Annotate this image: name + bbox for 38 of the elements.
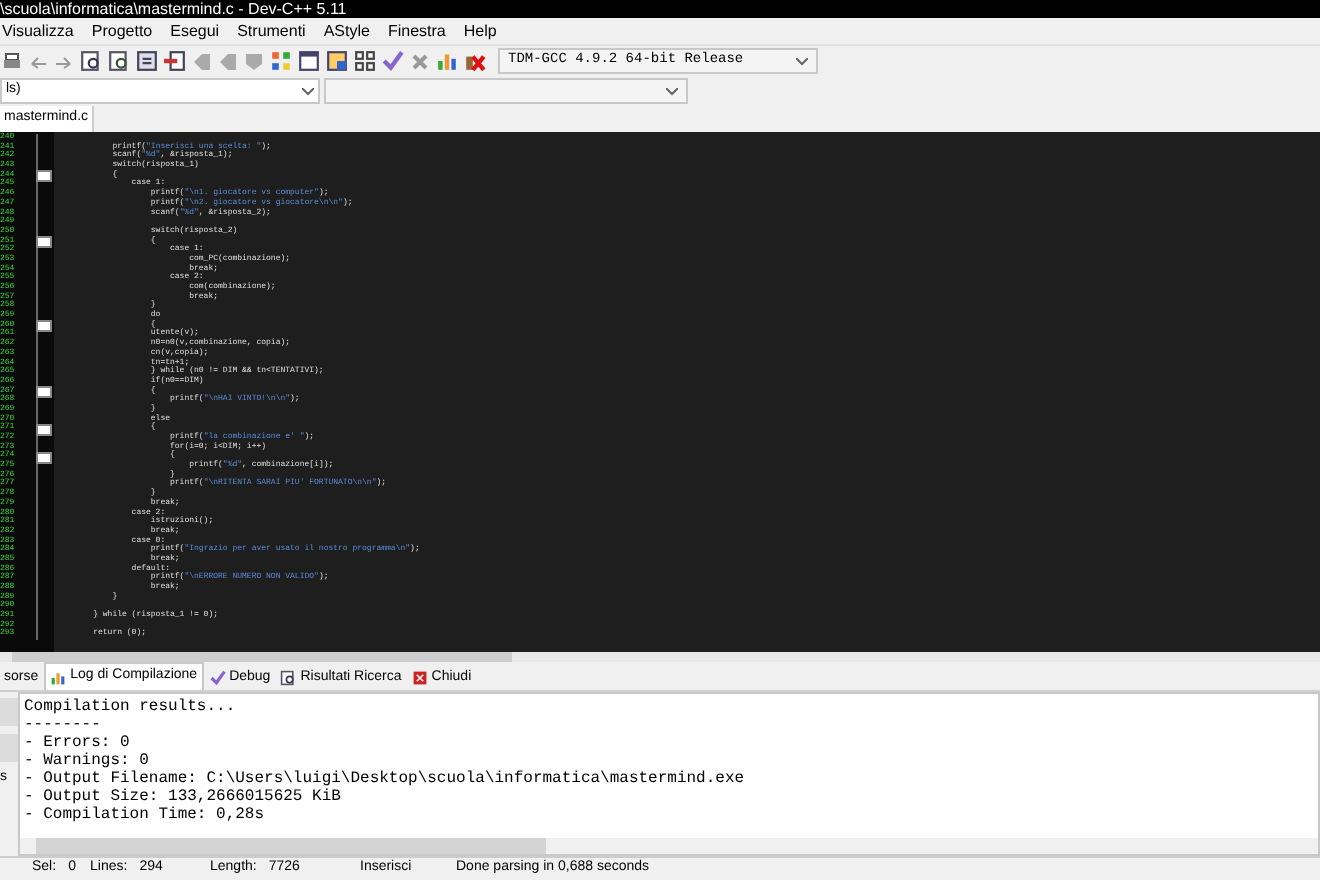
dropdown-caret-icon xyxy=(302,87,314,95)
check-icon[interactable] xyxy=(382,50,404,72)
fold-toggle[interactable] xyxy=(36,170,52,183)
scrollbar-thumb[interactable] xyxy=(36,838,546,854)
print-icon[interactable] xyxy=(2,51,22,71)
horizontal-scrollbar[interactable] xyxy=(20,838,1318,854)
menu-item[interactable]: Strumenti xyxy=(237,19,306,43)
menu-item[interactable]: Finestra xyxy=(387,19,446,43)
redo-icon[interactable] xyxy=(54,51,74,71)
fold-toggle[interactable] xyxy=(36,385,52,398)
menu-item[interactable]: Help xyxy=(463,19,497,43)
dropdown-caret-icon xyxy=(796,57,808,65)
replace-icon[interactable] xyxy=(108,50,130,72)
search-icon xyxy=(280,670,297,686)
find-icon[interactable] xyxy=(80,50,102,72)
fold-toggle[interactable] xyxy=(36,423,52,436)
check-icon xyxy=(209,670,226,686)
menu-item[interactable]: AStyle xyxy=(323,19,370,43)
chart-icon[interactable] xyxy=(436,50,458,72)
window-icon[interactable] xyxy=(326,50,348,72)
fold-toggle[interactable] xyxy=(36,235,52,248)
scrollbar-thumb[interactable] xyxy=(12,652,512,662)
compile-log: Compilation results... -------- - Errors: 0 - Warnings: 0 - Output Filename: C:\Users\luigi\Desktop\scuola\informatica\mastermind.exe - Output Size: 133,2666015625 KiB - Compilation Time: 0,28s xyxy=(22,696,747,828)
window-icon[interactable] xyxy=(298,50,320,72)
menu-item[interactable]: Esegui xyxy=(170,19,220,43)
cross-icon[interactable] xyxy=(410,51,430,71)
chart-icon xyxy=(50,669,67,685)
fold-toggle[interactable] xyxy=(36,320,52,333)
menu-item[interactable]: Progetto xyxy=(91,19,153,43)
window-title: \scuola\informatica\mastermind.c - Dev-C++ 5.11 xyxy=(0,0,347,18)
fold-toggle[interactable] xyxy=(36,451,52,464)
page-icon[interactable] xyxy=(136,50,158,72)
close-icon xyxy=(411,670,428,686)
horizontal-scrollbar[interactable] xyxy=(0,652,1320,662)
menu-item[interactable]: Visualizza xyxy=(2,19,74,43)
grid-icon[interactable] xyxy=(270,50,292,72)
tiles-icon[interactable] xyxy=(354,50,376,72)
dropdown-caret-icon xyxy=(666,87,678,95)
